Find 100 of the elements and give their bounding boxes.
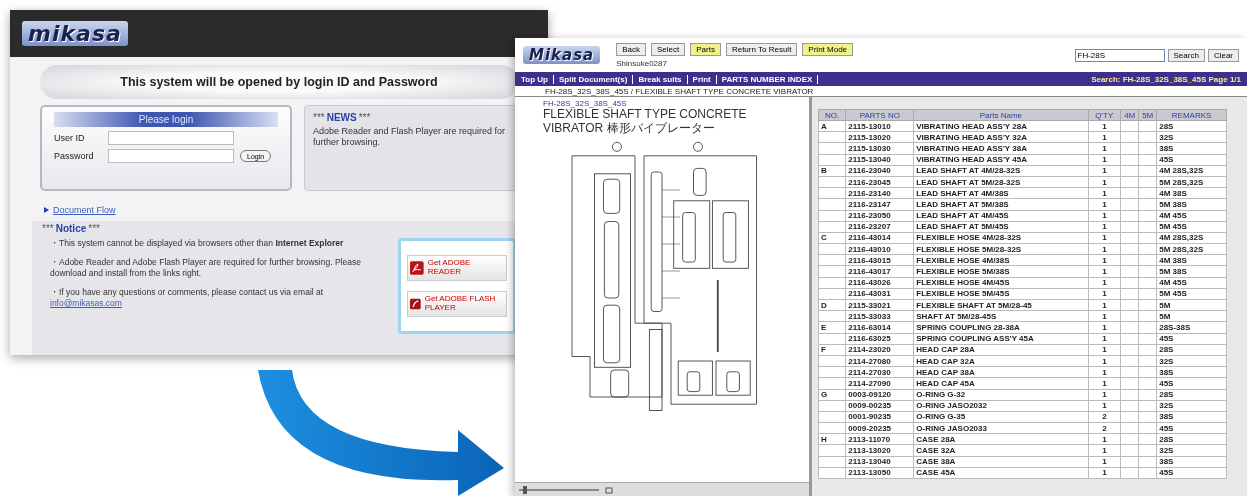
document-flow-link[interactable]: Document Flow [53, 205, 116, 215]
zoom-slider-icon[interactable] [519, 485, 599, 494]
table-cell: 0009-00235 [845, 400, 914, 412]
stars-text: *** [313, 112, 325, 123]
table-cell: A [818, 120, 846, 132]
email-link[interactable]: info@mikasas.com [50, 298, 122, 309]
table-cell: 2115-33021 [845, 299, 914, 311]
table-cell [818, 131, 846, 143]
flash-icon [410, 297, 421, 311]
table-cell: 2114-27090 [845, 377, 914, 389]
table-cell: 1 [1088, 299, 1121, 311]
table-cell: 2116-43017 [845, 265, 914, 278]
table-cell: FLEXIBLE HOSE 4M/38S [913, 254, 1088, 266]
nav-link[interactable]: Break suits [638, 74, 688, 84]
table-cell: 1 [1088, 142, 1121, 155]
table-cell: 4M 28S,32S [1156, 165, 1227, 177]
search-field[interactable]: FH-28S [1074, 48, 1165, 62]
table-cell: 2116-23147 [845, 198, 914, 210]
table-cell: 5M 28S,32S [1156, 176, 1227, 188]
table-cell: 45S [1156, 333, 1227, 345]
table-cell: LEAD SHAFT AT 5M/45S [913, 221, 1088, 233]
table-cell: 45S [1156, 154, 1227, 166]
table-cell: 45S [1156, 377, 1227, 389]
table-cell: CASE 45A [913, 467, 1088, 479]
table-cell: 1 [1088, 232, 1121, 244]
table-cell: HEAD CAP 38A [913, 366, 1088, 378]
table-cell [818, 254, 846, 266]
nav-link[interactable]: Split Document(s) [558, 74, 634, 84]
table-cell: O-RING G-35 [913, 411, 1088, 423]
input-field[interactable] [108, 149, 234, 163]
news-text: Adobe Reader and Flash Player are required for further browsing. [313, 126, 507, 148]
toolbar-button[interactable]: Parts [690, 42, 721, 56]
search-button[interactable]: Search [1167, 48, 1205, 62]
column-header: 4M [1120, 109, 1139, 121]
table-cell: FLEXIBLE SHAFT AT 5M/28-45 [913, 299, 1088, 311]
notice-paragraph: ・If you have any questions or comments, please contact us via email at info@mikasas.com [50, 287, 325, 310]
table-cell: HEAD CAP 45A [913, 377, 1088, 389]
download-button[interactable]: Get ADOBE FLASH PLAYER [407, 291, 507, 317]
table-cell: 2113-11070 [845, 433, 914, 445]
search-button[interactable]: Clear [1207, 48, 1239, 62]
table-cell: 1 [1088, 154, 1121, 166]
input-field[interactable] [108, 131, 234, 145]
download-button[interactable]: Get ADOBE READER [407, 255, 507, 281]
table-cell [818, 456, 846, 468]
table-cell: O-RING G-32 [913, 389, 1088, 401]
table-cell: E [818, 321, 846, 334]
table-cell [818, 333, 846, 345]
table-cell: 1 [1088, 288, 1121, 300]
table-cell: VIBRATING HEAD ASS'Y 32A [913, 131, 1088, 143]
table-cell: CASE 28A [913, 433, 1088, 445]
column-header: NO. [818, 109, 846, 121]
stars-text: *** [42, 223, 54, 234]
table-cell: 2116-43010 [845, 243, 914, 255]
nav-link[interactable]: Print [692, 74, 717, 84]
table-cell: 2115-33033 [845, 310, 914, 322]
table-cell: 2116-63014 [845, 321, 914, 334]
table-cell: 38S [1156, 366, 1227, 378]
notice-title: Notice [55, 223, 87, 234]
table-cell [818, 187, 846, 199]
table-cell: 28S [1156, 120, 1227, 132]
stars-text: *** [358, 112, 371, 123]
table-cell: 2116-63025 [845, 333, 914, 345]
nav-link[interactable]: PARTS NUMBER INDEX [721, 74, 819, 84]
toolbar-button[interactable]: Select [651, 42, 686, 56]
table-cell: HEAD CAP 28A [913, 344, 1088, 356]
table-cell: 1 [1088, 377, 1121, 389]
table-cell: LEAD SHAFT AT 5M/28-32S [913, 176, 1088, 188]
table-cell: F [818, 344, 846, 356]
table-cell: 2 [1088, 422, 1121, 434]
table-cell: 4M 38S [1156, 187, 1227, 199]
table-cell: FLEXIBLE HOSE 5M/38S [913, 265, 1088, 278]
table-cell: D [818, 299, 846, 311]
search-status: Search: FH-28S_32S_38S_45S Page 1/1 [1091, 74, 1241, 84]
table-cell: 2116-43015 [845, 254, 914, 266]
table-cell: 1 [1088, 321, 1121, 334]
table-cell: 1 [1088, 400, 1121, 412]
table-cell [818, 310, 846, 322]
table-cell: 5M [1156, 310, 1227, 322]
table-cell: 28S [1156, 344, 1227, 356]
table-cell: 1 [1088, 210, 1121, 222]
table-cell: 1 [1088, 165, 1121, 177]
table-cell [818, 422, 846, 434]
table-cell: 1 [1088, 389, 1121, 401]
table-cell: 1 [1088, 265, 1121, 278]
table-cell [818, 142, 846, 155]
table-cell [818, 154, 846, 166]
table-cell: VIBRATING HEAD ASS'Y 45A [913, 154, 1088, 166]
toolbar-button[interactable]: Print Mode [802, 42, 854, 56]
toolbar-button[interactable]: Return To Result [725, 42, 798, 56]
table-cell: 5M 38S [1156, 265, 1227, 278]
table-cell: 5M 28S,32S [1156, 243, 1227, 255]
table-cell: 5M 38S [1156, 198, 1227, 210]
notice-paragraph: ・Adobe Reader and Adobe Flash Player are required for further browsing. Please download and install from the links right. [50, 257, 362, 280]
nav-link[interactable]: Top Up [521, 74, 554, 84]
table-cell: FLEXIBLE HOSE 4M/28-32S [913, 232, 1088, 244]
table-cell: 1 [1088, 221, 1121, 233]
drawing-title: FH-28S_32S_38S_45S [542, 98, 628, 108]
table-cell: H [818, 433, 846, 445]
toolbar-button[interactable]: Back [616, 42, 646, 56]
table-cell: G [818, 389, 846, 401]
